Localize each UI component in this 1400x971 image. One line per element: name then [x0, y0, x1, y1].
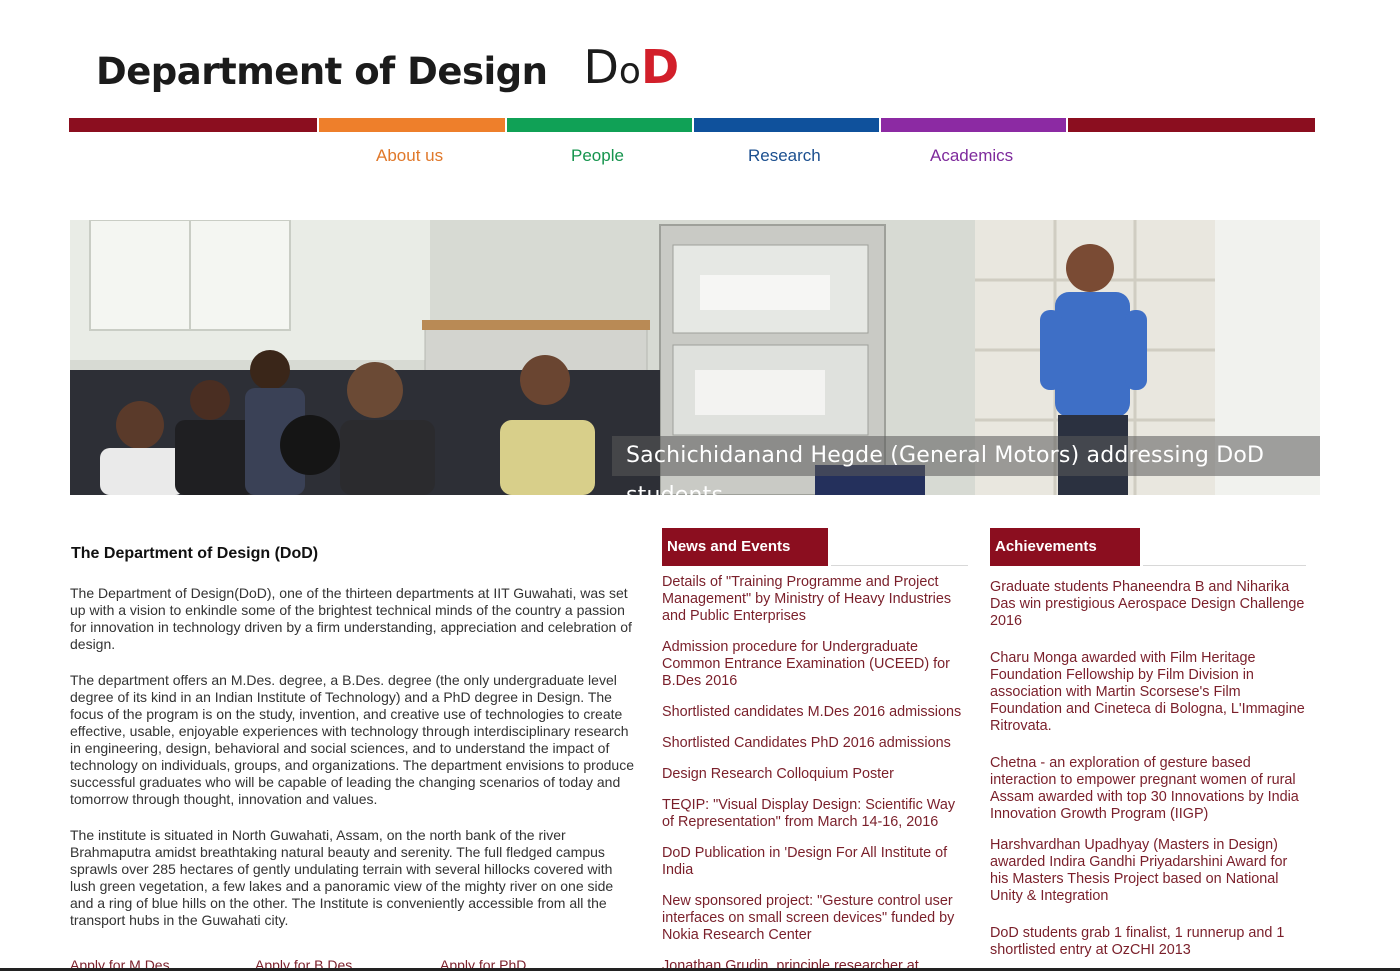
- news-item[interactable]: Admission procedure for Undergraduate Co…: [662, 639, 968, 690]
- news-item[interactable]: Shortlisted candidates M.Des 2016 admiss…: [662, 704, 968, 721]
- achievement-item[interactable]: Graduate students Phaneendra B and Nihar…: [990, 579, 1306, 630]
- achievement-item[interactable]: Chetna - an exploration of gesture based…: [990, 755, 1306, 823]
- color-bar: [507, 118, 692, 132]
- achievements-tab: Achievements: [990, 528, 1140, 566]
- news-item[interactable]: Design Research Colloquium Poster: [662, 766, 968, 783]
- color-bar: [881, 118, 1066, 132]
- hero-slideshow[interactable]: Sachichidanand Hegde (General Motors) ad…: [70, 220, 1320, 495]
- achievements-header: Achievements: [990, 528, 1306, 566]
- news-tab: News and Events: [662, 528, 828, 566]
- achievements: Achievements Graduate students Phaneendr…: [990, 528, 1306, 971]
- color-bar: [69, 118, 317, 132]
- site-logo[interactable]: Department of Design DoD: [96, 36, 679, 96]
- news-item[interactable]: DoD Publication in 'Design For All Insti…: [662, 845, 968, 879]
- intro-paragraph: The institute is situated in North Guwah…: [70, 827, 614, 928]
- intro-section: The Department of Design (DoD) The Depar…: [70, 540, 635, 929]
- nav-academics[interactable]: Academics: [930, 146, 1013, 166]
- nav-about-us[interactable]: About us: [376, 146, 443, 166]
- hero-caption: Sachichidanand Hegde (General Motors) ad…: [612, 436, 1320, 495]
- news-item[interactable]: New sponsored project: "Gesture control …: [662, 893, 968, 944]
- intro-paragraph: The Department of Design(DoD), one of th…: [70, 585, 632, 652]
- color-bar: [694, 118, 879, 132]
- news-item[interactable]: Shortlisted Candidates PhD 2016 admissio…: [662, 735, 968, 752]
- color-bar: [319, 118, 505, 132]
- achievements-list: Graduate students Phaneendra B and Nihar…: [990, 579, 1306, 959]
- news-item[interactable]: Details of "Training Programme and Proje…: [662, 574, 968, 625]
- achievement-item[interactable]: Harshvardhan Upadhyay (Masters in Design…: [990, 837, 1306, 905]
- dod-logo-mark: DoD: [583, 40, 680, 94]
- news-tab-rule: [831, 528, 968, 566]
- achievement-item[interactable]: DoD students grab 1 finalist, 1 runnerup…: [990, 925, 1306, 959]
- intro-heading: The Department of Design (DoD): [71, 545, 319, 562]
- news-item[interactable]: TEQIP: "Visual Display Design: Scientifi…: [662, 797, 968, 831]
- main-nav: About us People Research Academics: [0, 146, 1400, 168]
- intro-paragraph: The department offers an M.Des. degree, …: [70, 672, 634, 807]
- news-list: Details of "Training Programme and Proje…: [662, 574, 968, 971]
- color-bar: [1068, 118, 1315, 132]
- achievement-item[interactable]: Charu Monga awarded with Film Heritage F…: [990, 650, 1306, 735]
- nav-research[interactable]: Research: [748, 146, 821, 166]
- achievements-tab-rule: [1143, 528, 1306, 566]
- nav-people[interactable]: People: [571, 146, 624, 166]
- news-and-events: News and Events Details of "Training Pro…: [662, 528, 968, 971]
- site-title: Department of Design: [96, 50, 548, 93]
- color-bars: [69, 118, 1315, 132]
- news-header: News and Events: [662, 528, 968, 566]
